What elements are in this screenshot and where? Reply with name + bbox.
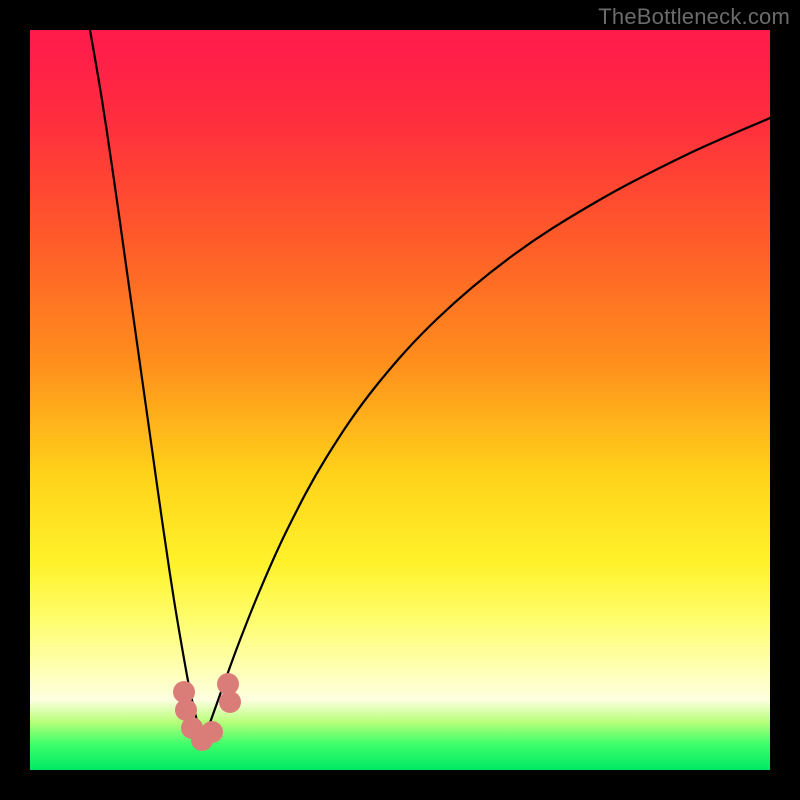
bottleneck-chart xyxy=(30,30,770,770)
highlight-dot xyxy=(201,721,223,743)
highlight-dot xyxy=(219,691,241,713)
attribution-label: TheBottleneck.com xyxy=(598,4,790,30)
chart-frame: TheBottleneck.com xyxy=(0,0,800,800)
gradient-background xyxy=(30,30,770,770)
